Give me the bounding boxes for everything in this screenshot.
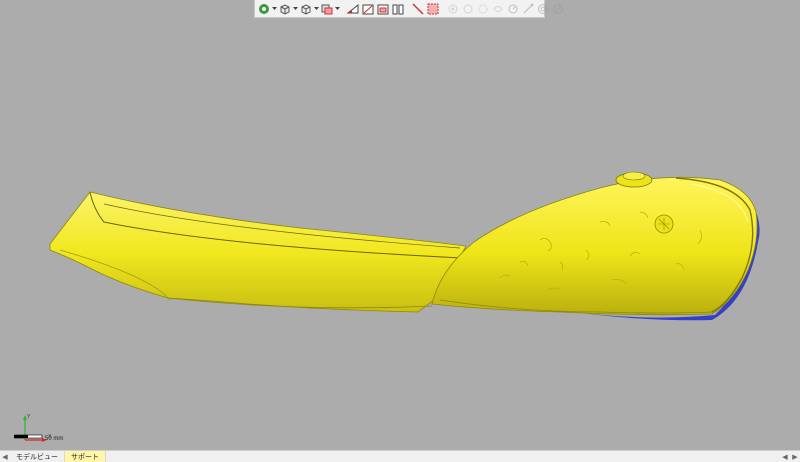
tab-scroll-arrow-icon[interactable]: ◀ — [780, 451, 790, 462]
fuel-cap-top — [622, 171, 646, 181]
svg-text:Y: Y — [27, 414, 31, 420]
view-tab-bar: ◀ モデルビュー サポート ◀ ▶ — [0, 450, 800, 462]
seat-part — [49, 191, 467, 313]
scale-bar — [14, 434, 43, 439]
scanned-mesh-model[interactable] — [0, 0, 800, 450]
tank-part — [431, 176, 758, 316]
view-tab[interactable]: モデルビュー — [10, 451, 64, 462]
3d-viewport[interactable]: X Y 50 mm — [0, 0, 800, 450]
tab-next-arrow-icon[interactable]: ▶ — [790, 451, 800, 462]
view-tab[interactable]: サポート — [64, 451, 106, 462]
scale-bar-label: 50 mm — [45, 436, 64, 442]
tab-prev-arrow-icon[interactable]: ◀ — [0, 451, 10, 462]
